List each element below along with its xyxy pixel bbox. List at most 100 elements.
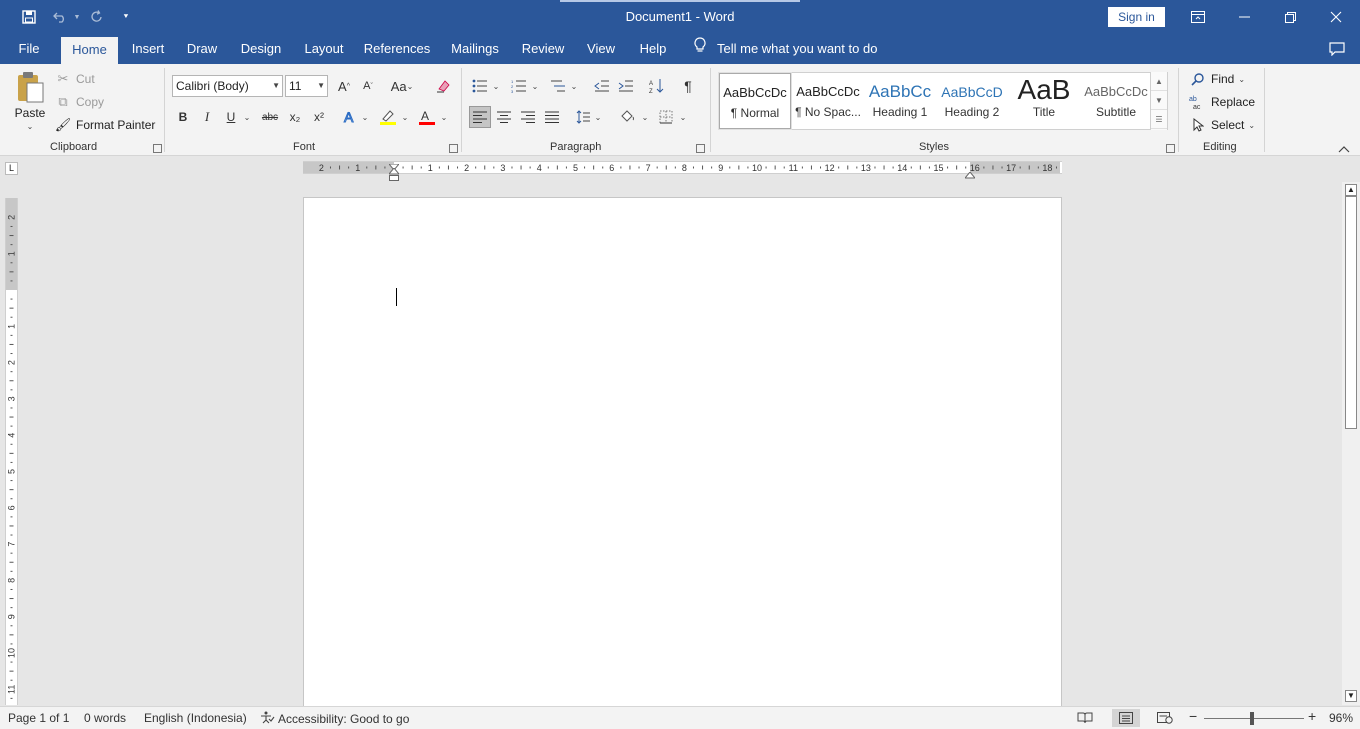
style-heading-1[interactable]: AaBbCc Heading 1: [864, 73, 936, 129]
highlight-icon[interactable]: [377, 106, 399, 128]
bullets-icon[interactable]: [469, 75, 491, 97]
italic-button[interactable]: I: [196, 106, 218, 128]
tab-help[interactable]: Help: [634, 34, 672, 64]
numbering-icon[interactable]: 123: [508, 75, 530, 97]
sort-icon[interactable]: AZ: [646, 75, 668, 97]
shading-dropdown-icon[interactable]: ⌄: [639, 106, 651, 128]
redo-icon[interactable]: [87, 6, 107, 28]
align-center-icon[interactable]: [493, 106, 515, 128]
tab-file[interactable]: File: [8, 34, 50, 64]
zoom-slider[interactable]: [1204, 718, 1304, 719]
tab-insert[interactable]: Insert: [127, 34, 169, 64]
scroll-thumb[interactable]: [1345, 196, 1357, 429]
multilevel-list-icon[interactable]: [547, 75, 569, 97]
copy-button[interactable]: ⧉ Copy: [54, 93, 104, 111]
tab-home[interactable]: Home: [61, 37, 118, 64]
print-layout-icon[interactable]: [1112, 709, 1140, 727]
change-case-button[interactable]: Aa ⌄: [387, 75, 417, 97]
superscript-button[interactable]: x²: [308, 106, 330, 128]
paragraph-launcher-icon[interactable]: [696, 144, 705, 153]
subscript-button[interactable]: x₂: [284, 106, 306, 128]
vertical-ruler[interactable]: 2 1 1 2 3 4 5 6 7 8 9 10 11: [5, 198, 18, 705]
font-launcher-icon[interactable]: [449, 144, 458, 153]
undo-icon[interactable]: [49, 6, 71, 28]
borders-icon[interactable]: [655, 106, 677, 128]
clipboard-launcher-icon[interactable]: [153, 144, 162, 153]
clear-formatting-icon[interactable]: [432, 75, 454, 97]
shading-icon[interactable]: [617, 106, 639, 128]
tab-draw[interactable]: Draw: [182, 34, 222, 64]
style-heading-2[interactable]: AaBbCcD Heading 2: [936, 73, 1008, 129]
line-spacing-dropdown-icon[interactable]: ⌄: [592, 106, 604, 128]
tab-mailings[interactable]: Mailings: [446, 34, 504, 64]
web-layout-icon[interactable]: [1151, 709, 1179, 727]
find-button[interactable]: Find ⌄: [1189, 70, 1245, 88]
zoom-slider-thumb[interactable]: [1250, 712, 1254, 725]
ribbon-display-options-icon[interactable]: [1175, 0, 1221, 34]
font-name-dropdown-icon[interactable]: ▼: [272, 76, 280, 96]
bullets-dropdown-icon[interactable]: ⌄: [490, 75, 502, 97]
tab-selector[interactable]: L: [5, 162, 18, 175]
paste-button[interactable]: Paste ⌄: [10, 70, 50, 134]
zoom-out-button[interactable]: −: [1189, 708, 1197, 724]
multilevel-list-dropdown-icon[interactable]: ⌄: [568, 75, 580, 97]
tell-me-box[interactable]: Tell me what you want to do: [693, 34, 877, 64]
save-icon[interactable]: [18, 6, 40, 28]
restore-icon[interactable]: [1267, 0, 1313, 34]
zoom-level[interactable]: 96%: [1329, 711, 1353, 725]
bold-button[interactable]: B: [172, 106, 194, 128]
tab-review[interactable]: Review: [518, 34, 568, 64]
text-effects-icon[interactable]: A: [339, 106, 361, 128]
line-spacing-icon[interactable]: [572, 106, 594, 128]
zoom-in-button[interactable]: +: [1308, 708, 1316, 724]
minimize-icon[interactable]: [1221, 0, 1267, 34]
language-indicator[interactable]: English (Indonesia): [144, 711, 247, 725]
decrease-indent-icon[interactable]: [591, 75, 613, 97]
styles-more-icon[interactable]: ☰: [1151, 110, 1167, 129]
right-indent-marker[interactable]: [963, 168, 977, 182]
collapse-ribbon-icon[interactable]: [1338, 142, 1350, 156]
numbering-dropdown-icon[interactable]: ⌄: [529, 75, 541, 97]
style-normal[interactable]: AaBbCcDc ¶ Normal: [718, 72, 792, 130]
comments-icon[interactable]: [1327, 39, 1347, 59]
text-effects-dropdown-icon[interactable]: ⌄: [359, 106, 371, 128]
close-icon[interactable]: [1313, 0, 1359, 34]
increase-indent-icon[interactable]: [615, 75, 637, 97]
vertical-scrollbar[interactable]: ▲ ▼: [1342, 182, 1360, 705]
accessibility-checker[interactable]: Accessibility: Good to go: [260, 711, 409, 727]
font-color-dropdown-icon[interactable]: ⌄: [438, 106, 450, 128]
tab-layout[interactable]: Layout: [298, 34, 350, 64]
sign-in-button[interactable]: Sign in: [1108, 7, 1165, 27]
document-page[interactable]: [303, 197, 1062, 706]
undo-dropdown-icon[interactable]: ▼: [72, 6, 82, 28]
hanging-indent-marker[interactable]: [387, 167, 401, 185]
highlight-dropdown-icon[interactable]: ⌄: [399, 106, 411, 128]
style-title[interactable]: AaB Title: [1008, 73, 1080, 129]
horizontal-ruler[interactable]: 2 1 1 2 3 4 5 6 7 8 9 10 11 12 13 14 15 16 17 18: [303, 161, 1062, 181]
show-formatting-marks-button[interactable]: ¶: [677, 75, 699, 97]
align-right-icon[interactable]: [517, 106, 539, 128]
scroll-up-icon[interactable]: ▲: [1345, 184, 1357, 196]
tab-references[interactable]: References: [362, 34, 432, 64]
underline-button[interactable]: U: [220, 106, 242, 128]
grow-font-button[interactable]: A ^: [333, 75, 355, 97]
page-count[interactable]: Page 1 of 1: [8, 711, 69, 725]
borders-dropdown-icon[interactable]: ⌄: [677, 106, 689, 128]
read-mode-icon[interactable]: [1071, 709, 1099, 727]
style-no-spacing[interactable]: AaBbCcDc ¶ No Spac...: [792, 73, 864, 129]
tab-design[interactable]: Design: [236, 34, 286, 64]
shrink-font-button[interactable]: Aˇ: [357, 75, 379, 97]
font-size-box[interactable]: 11 ▼: [285, 75, 328, 97]
underline-dropdown-icon[interactable]: ⌄: [241, 106, 253, 128]
format-painter-button[interactable]: 🖌 Format Painter: [54, 116, 156, 134]
cut-button[interactable]: ✂ Cut: [54, 70, 95, 88]
font-size-dropdown-icon[interactable]: ▼: [317, 76, 325, 96]
styles-scroll-down-icon[interactable]: ▼: [1151, 91, 1167, 110]
scroll-down-icon[interactable]: ▼: [1345, 690, 1357, 702]
word-count[interactable]: 0 words: [84, 711, 126, 725]
font-name-box[interactable]: Calibri (Body) ▼: [172, 75, 283, 97]
replace-button[interactable]: ab ac Replace: [1189, 93, 1255, 111]
strikethrough-button[interactable]: abc: [259, 106, 281, 128]
select-button[interactable]: Select ⌄: [1189, 116, 1255, 134]
styles-launcher-icon[interactable]: [1166, 144, 1175, 153]
